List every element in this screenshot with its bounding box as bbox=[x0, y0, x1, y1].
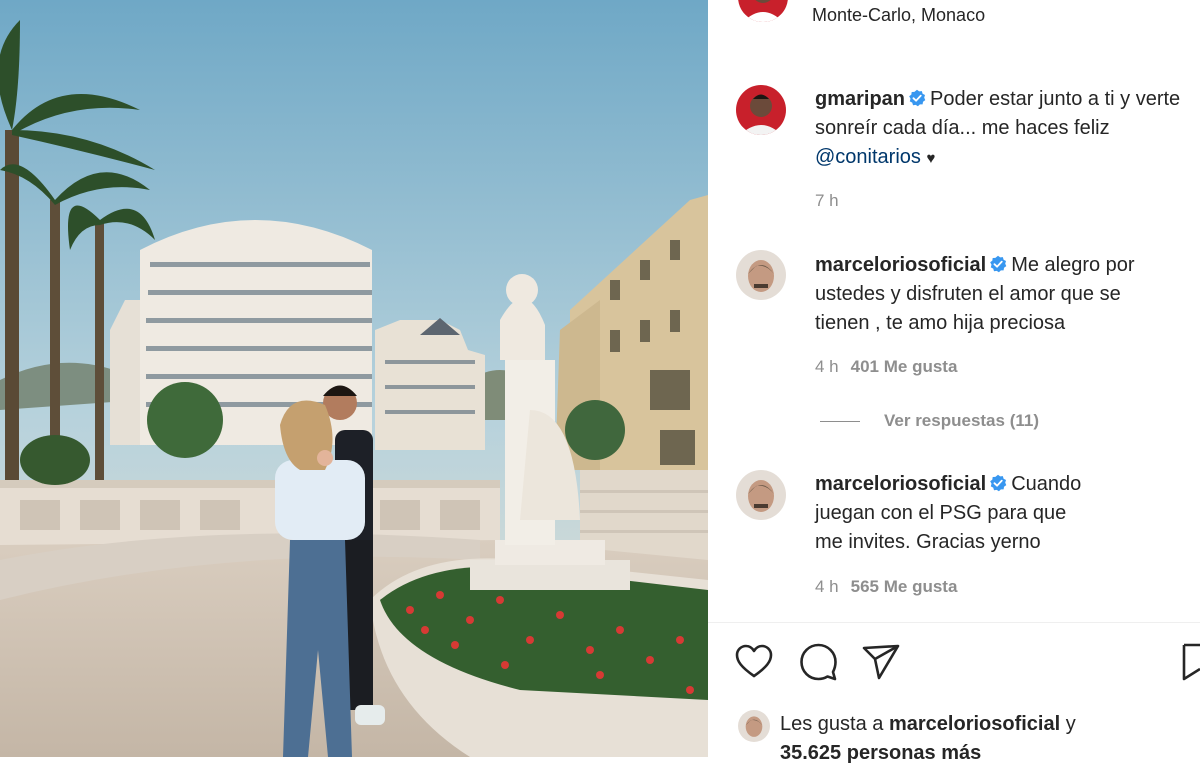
share-button[interactable] bbox=[861, 642, 901, 682]
like-button[interactable] bbox=[734, 642, 774, 682]
avatar-image bbox=[743, 0, 783, 22]
caption-mention-link[interactable]: @conitarios bbox=[815, 146, 921, 168]
comment-text: marceloriosoficial Cuando juegan con el P… bbox=[815, 470, 1085, 557]
avatar-image bbox=[745, 716, 763, 737]
avatar-image bbox=[740, 94, 782, 135]
likes-username[interactable]: marceloriosoficial bbox=[889, 713, 1060, 735]
comment-username[interactable]: marceloriosoficial bbox=[815, 254, 986, 276]
comment-meta: 4 h 401 Me gusta bbox=[815, 357, 957, 377]
post-location[interactable]: Monte-Carlo, Monaco bbox=[812, 5, 985, 26]
likes-others-count[interactable]: 35.625 personas más bbox=[780, 742, 981, 764]
liker-avatar[interactable] bbox=[738, 710, 770, 742]
comment-text: marceloriosoficial Me alegro por ustedes … bbox=[815, 251, 1170, 338]
verified-badge-icon bbox=[990, 474, 1007, 492]
view-replies-button[interactable]: Ver respuestas (11) bbox=[820, 411, 1039, 431]
commenter-avatar[interactable] bbox=[736, 250, 786, 300]
comment-likes[interactable]: 401 Me gusta bbox=[851, 357, 958, 376]
comment-meta: 4 h 565 Me gusta bbox=[815, 577, 957, 597]
section-divider bbox=[708, 622, 1200, 623]
paper-plane-icon bbox=[862, 644, 900, 680]
comment-button[interactable] bbox=[798, 642, 838, 682]
save-button[interactable] bbox=[1182, 642, 1200, 682]
comment-icon bbox=[800, 643, 837, 681]
comment-likes[interactable]: 565 Me gusta bbox=[851, 577, 958, 596]
comment-username[interactable]: marceloriosoficial bbox=[815, 473, 986, 495]
post-sidebar: Monte-Carlo, Monaco gmaripan Poder estar … bbox=[708, 0, 1200, 764]
likes-summary: Les gusta a marceloriosoficial y 35.625 … bbox=[780, 710, 1180, 768]
avatar-image bbox=[748, 260, 774, 292]
verified-badge-icon bbox=[990, 255, 1007, 273]
caption-time[interactable]: 7 h bbox=[815, 191, 839, 211]
verified-badge-icon bbox=[909, 89, 926, 107]
caption-author-avatar[interactable] bbox=[736, 85, 786, 135]
heart-icon bbox=[735, 644, 773, 678]
post-photo[interactable] bbox=[0, 0, 708, 757]
comment-time[interactable]: 4 h bbox=[815, 357, 839, 376]
replies-line bbox=[820, 420, 860, 422]
comment-time[interactable]: 4 h bbox=[815, 577, 839, 596]
likes-joiner: y bbox=[1065, 713, 1076, 735]
commenter-avatar[interactable] bbox=[736, 470, 786, 520]
caption-text: gmaripan Poder estar junto a ti y verte s… bbox=[815, 85, 1190, 173]
post-photo-image bbox=[0, 0, 708, 757]
author-avatar[interactable] bbox=[738, 0, 788, 22]
heart-symbol: ♥ bbox=[926, 150, 936, 167]
avatar-image bbox=[748, 480, 774, 512]
likes-prefix: Les gusta a bbox=[780, 713, 884, 735]
caption-username[interactable]: gmaripan bbox=[815, 88, 905, 110]
bookmark-icon bbox=[1182, 643, 1200, 681]
view-replies-label: Ver respuestas (11) bbox=[884, 411, 1039, 430]
